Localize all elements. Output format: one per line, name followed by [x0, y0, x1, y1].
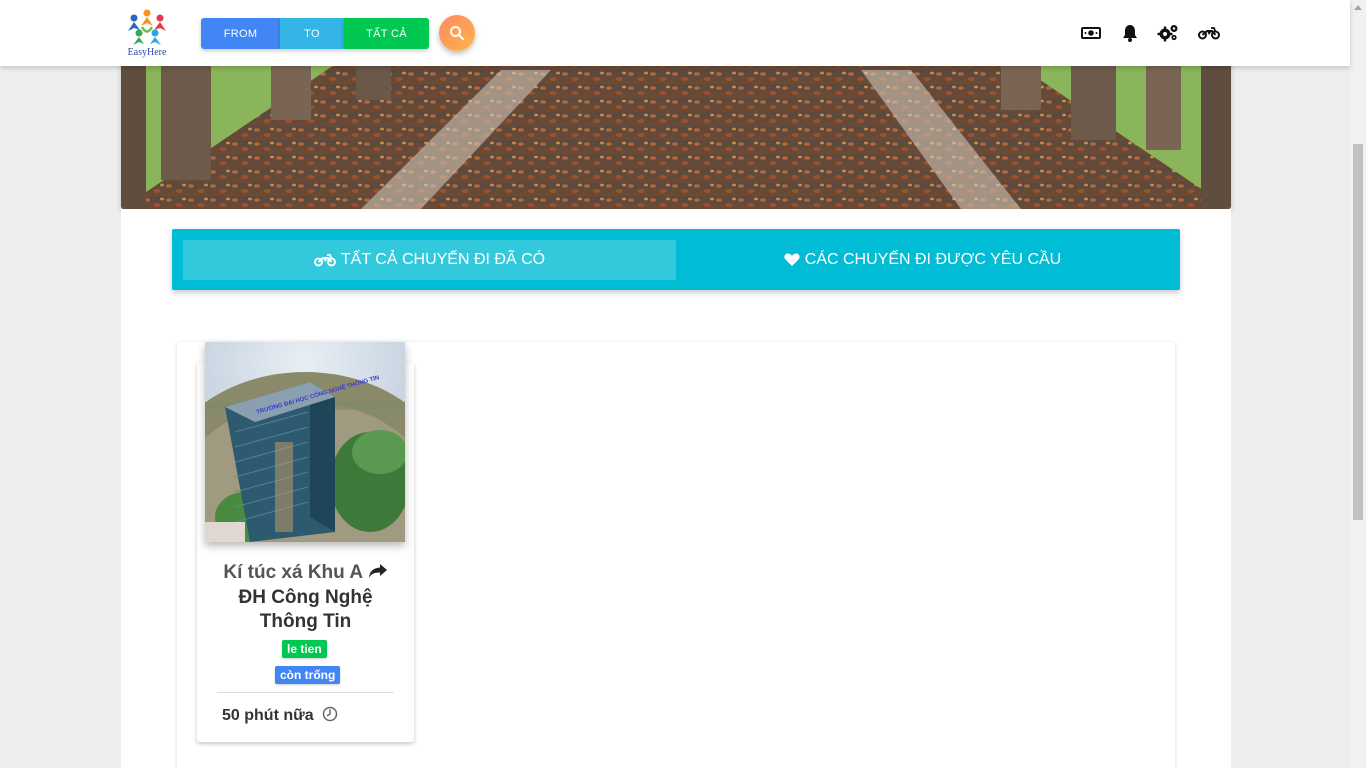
status-badge: còn trống — [275, 666, 341, 684]
my-trips-button[interactable] — [1198, 22, 1220, 44]
settings-button[interactable] — [1157, 22, 1179, 44]
wallet-button[interactable] — [1080, 22, 1102, 44]
brand-logo[interactable]: EasyHere — [124, 6, 170, 60]
driver-badge: le tien — [282, 640, 327, 658]
clock-icon — [322, 706, 338, 722]
tab-all-trips-label: TẤT CẢ CHUYẾN ĐI ĐÃ CÓ — [340, 251, 546, 268]
card-divider — [217, 692, 394, 693]
bell-icon — [1123, 25, 1137, 42]
brand-name: EasyHere — [127, 47, 167, 58]
money-icon — [1081, 27, 1101, 39]
scroll-thumb[interactable] — [1353, 144, 1363, 520]
trip-photo[interactable]: TRƯỜNG ĐẠI HỌC CÔNG NGHỆ THÔNG TIN — [205, 342, 405, 542]
tab-all-trips[interactable]: TẤT CẢ CHUYẾN ĐI ĐÃ CÓ — [183, 240, 676, 280]
page-scrollbar[interactable] — [1350, 0, 1366, 768]
logo-people-icon — [128, 9, 166, 45]
heart-icon — [784, 253, 800, 266]
notifications-button[interactable] — [1119, 22, 1141, 44]
cogs-icon — [1157, 25, 1178, 42]
motorcycle-icon — [1198, 27, 1220, 40]
filter-all-button[interactable]: TẤT CẢ — [344, 18, 429, 49]
trip-tabs: TẤT CẢ CHUYẾN ĐI ĐÃ CÓ CÁC CHUYẾN ĐI ĐƯỢ… — [172, 229, 1180, 290]
motorcycle-icon — [313, 254, 336, 267]
share-arrow-icon — [368, 564, 387, 578]
search-icon — [450, 26, 465, 41]
filter-to-button[interactable]: TO — [280, 18, 344, 49]
search-button[interactable] — [439, 15, 475, 51]
tab-requested-trips[interactable]: CÁC CHUYẾN ĐI ĐƯỢC YÊU CẦU — [676, 240, 1169, 280]
top-navbar: EasyHere FROM TO TẤT CẢ — [0, 0, 1350, 66]
university-building-image: TRƯỜNG ĐẠI HỌC CÔNG NGHỆ THÔNG TIN — [205, 342, 405, 542]
filter-from-button[interactable]: FROM — [201, 18, 280, 49]
departure-time: 50 phút nữa — [222, 707, 314, 724]
tab-requested-trips-label: CÁC CHUYẾN ĐI ĐƯỢC YÊU CẦU — [804, 251, 1062, 268]
trip-origin: Kí túc xá Khu A — [197, 562, 414, 584]
scroll-up-arrow[interactable] — [1354, 5, 1362, 10]
trip-destination: ĐH Công Nghệ Thông Tin — [238, 587, 373, 632]
